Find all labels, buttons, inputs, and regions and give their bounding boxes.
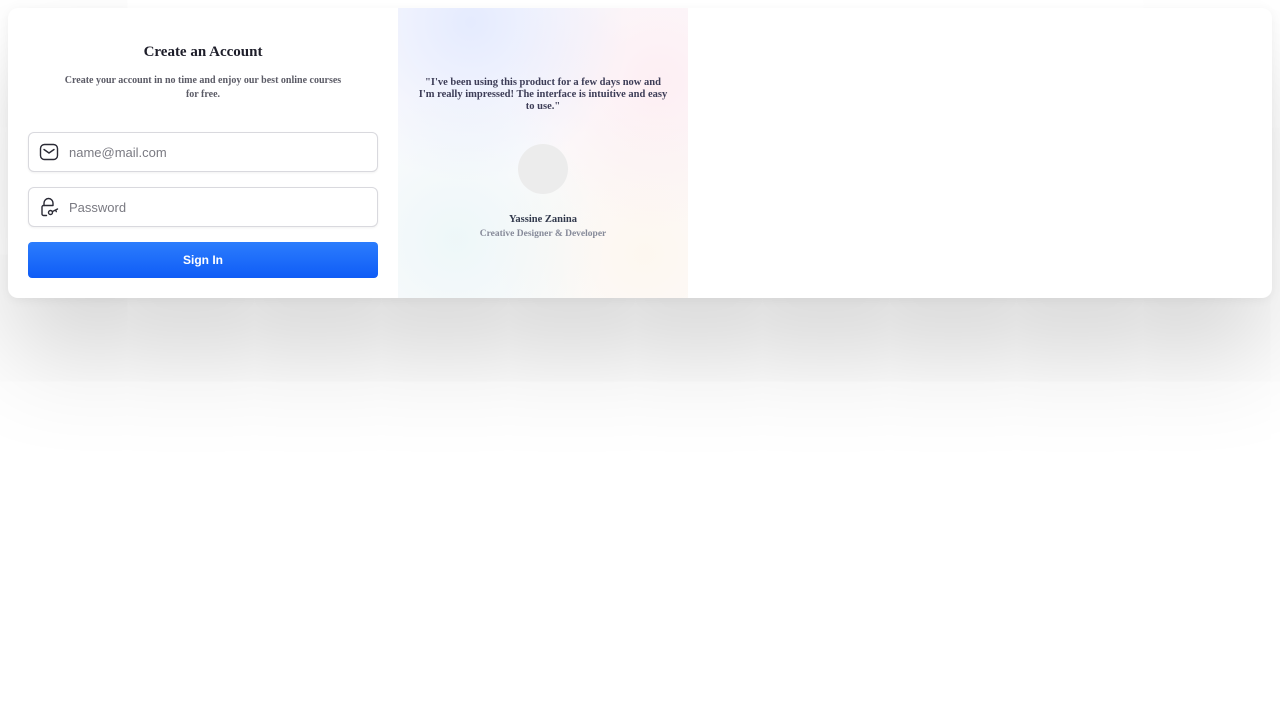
signup-card: Create an Account Create your account in… <box>8 8 1272 298</box>
form-title: Create an Account <box>143 44 263 60</box>
form-subtitle: Create your account in no time and enjoy… <box>64 75 342 100</box>
avatar <box>518 144 568 194</box>
author-name: Yassine Zanina <box>509 214 577 225</box>
email-field[interactable] <box>28 132 378 172</box>
author-role: Creative Designer & Developer <box>479 229 607 239</box>
email-input[interactable] <box>69 133 369 171</box>
sign-in-button[interactable]: Sign In <box>28 242 378 278</box>
password-input[interactable] <box>69 188 369 226</box>
testimonial-panel: "I've been using this product for a few … <box>398 8 688 298</box>
testimonial-quote: "I've been using this product for a few … <box>418 77 668 112</box>
password-field[interactable] <box>28 187 378 227</box>
lock-icon <box>39 197 59 217</box>
signup-form: Create an Account Create your account in… <box>28 8 378 298</box>
mail-icon <box>39 142 59 162</box>
